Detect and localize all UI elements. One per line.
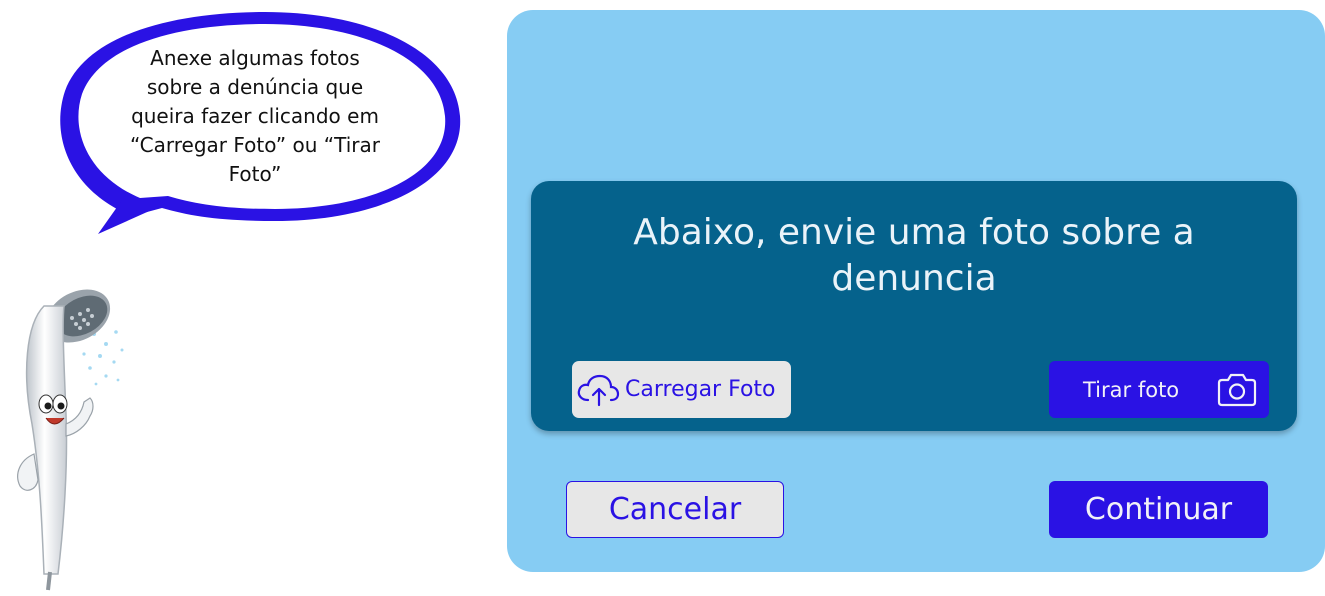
continue-button[interactable]: Continuar (1049, 481, 1268, 538)
upload-photo-label: Carregar Foto (625, 377, 776, 402)
photo-card: Abaixo, envie uma foto sobre a denuncia … (531, 181, 1297, 431)
shower-mascot-illustration (17, 289, 124, 591)
photo-upload-panel: Abaixo, envie uma foto sobre a denuncia … (507, 10, 1325, 572)
bubble-line: sobre a denúncia que (146, 75, 364, 99)
card-title: Abaixo, envie uma foto sobre a denuncia (591, 210, 1237, 302)
screen: Anexe algumas fotos sobre a denúncia que… (0, 0, 1325, 596)
card-title-line: Abaixo, envie uma foto sobre a (633, 212, 1195, 253)
bubble-line: queira fazer clicando em (131, 104, 379, 128)
camera-icon (1217, 373, 1257, 407)
take-photo-label: Tirar foto (1083, 378, 1180, 402)
take-photo-button[interactable]: Tirar foto (1049, 361, 1269, 418)
card-title-line: denuncia (831, 258, 997, 299)
bubble-line: Foto” (228, 162, 282, 186)
bubble-line: Anexe algumas fotos (150, 46, 360, 70)
cloud-upload-icon (577, 374, 620, 407)
bubble-line: “Carregar Foto” ou “Tirar (130, 133, 380, 157)
cancel-button[interactable]: Cancelar (566, 481, 784, 538)
upload-photo-button[interactable]: Carregar Foto (572, 361, 791, 418)
speech-bubble-text: Anexe algumas fotos sobre a denúncia que… (110, 44, 400, 189)
